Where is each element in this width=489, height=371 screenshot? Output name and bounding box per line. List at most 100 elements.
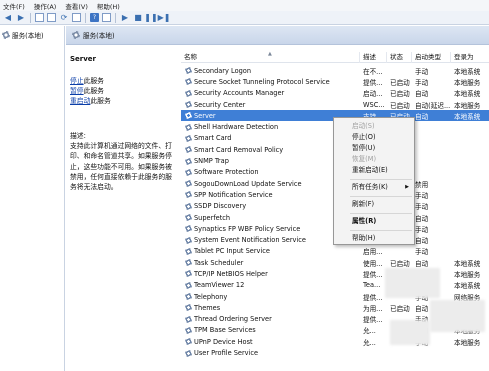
service-status: 已启动 (390, 304, 410, 313)
context-menu: 启动(S) 停止(O) 暂停(U) 恢复(M) 重新启动(E) 所有任务(K) ▶… (333, 117, 415, 245)
ctx-all-tasks[interactable]: 所有任务(K) ▶ (334, 182, 414, 193)
service-description: 提供... (363, 270, 383, 279)
pause-service-link[interactable]: 暂停 (70, 87, 84, 95)
service-log-on-as: 本地系统 (454, 112, 481, 121)
menu-bar: 文件(F) 操作(A) 查看(V) 帮助(H) (0, 0, 489, 11)
service-row[interactable]: TCP/IP NetBIOS Helper提供...已启动自动本地服务 (181, 268, 489, 279)
service-log-on-as: 本地系统 (454, 67, 481, 76)
service-description: 为用... (363, 304, 383, 313)
service-row[interactable]: Security Accounts Manager 启动... 已启动 自动 本地系统 (181, 88, 489, 99)
ctx-all-tasks-label: 所有任务(K) (352, 183, 388, 191)
service-gear-icon (185, 168, 192, 176)
stop-service-link[interactable]: 停止 (70, 77, 84, 85)
ctx-stop[interactable]: 停止(O) (334, 132, 414, 143)
list-view-icon[interactable] (47, 13, 56, 22)
help-icon[interactable]: ? (90, 13, 99, 22)
service-name: SPP Notification Service (194, 190, 273, 199)
service-row[interactable]: UPnP Device Host允...手动本地服务 (181, 336, 489, 347)
play-icon[interactable]: ▶ (120, 13, 130, 23)
service-startup-type: 自动(延迟... (415, 101, 451, 110)
service-name: Secondary Logon (194, 66, 252, 75)
column-status[interactable]: 状态 (387, 52, 412, 63)
service-name-cell: TPM Base Services (181, 326, 360, 334)
stop-icon[interactable]: ■ (133, 13, 143, 23)
link-suffix: 此服务 (83, 77, 104, 85)
service-name-cell: Task Scheduler (181, 259, 360, 267)
service-name-cell: Secure Socket Tunneling Protocol Service (181, 78, 360, 86)
service-startup-type: 自动 (415, 112, 429, 121)
export-icon[interactable] (72, 13, 81, 22)
service-log-on-as: 本地服务 (454, 78, 481, 87)
service-gear-icon (185, 157, 192, 165)
restart-service-link[interactable]: 重启动 (70, 97, 90, 105)
menu-action[interactable]: 操作(A) (34, 1, 57, 11)
service-name: Tablet PC Input Service (194, 247, 270, 256)
column-startup-type[interactable]: 启动类型 (412, 52, 451, 63)
action-links: 停止此服务 暂停此服务 重启动此服务 (70, 76, 111, 106)
back-arrow-icon[interactable]: ◀ (3, 13, 13, 23)
service-name-cell: Themes (181, 304, 360, 312)
service-name-cell: UPnP Device Host (181, 338, 360, 346)
menu-file[interactable]: 文件(F) (3, 1, 25, 11)
service-row[interactable]: Secure Socket Tunneling Protocol Service… (181, 76, 489, 87)
column-description[interactable]: 描述 (360, 52, 387, 63)
properties-icon[interactable] (102, 13, 111, 22)
link-suffix: 此服务 (83, 87, 104, 95)
menu-view[interactable]: 查看(V) (65, 1, 88, 11)
toolbar-divider (30, 12, 31, 23)
service-gear-icon (185, 304, 192, 312)
service-gear-icon (185, 225, 192, 233)
service-startup-type: 自动 (415, 237, 429, 246)
service-log-on-as: 本地服务 (454, 270, 481, 279)
services-gear-icon (2, 31, 10, 39)
refresh-icon[interactable]: ⟳ (59, 13, 69, 23)
ctx-resume[interactable]: 恢复(M) (334, 154, 414, 165)
service-name: Thread Ordering Server (194, 315, 272, 324)
service-name-cell: Secondary Logon (181, 67, 360, 75)
service-log-on-as: 本地服务 (454, 101, 481, 110)
restart-icon[interactable]: ▶❚ (158, 13, 171, 23)
ctx-help[interactable]: 帮助(H) (334, 233, 414, 244)
service-row[interactable]: Secondary Logon 在不... 手动 本地系统 (181, 65, 489, 76)
service-log-on-as: 本地系统 (454, 282, 481, 291)
service-gear-icon (185, 78, 192, 86)
tree-item-services-local[interactable]: 服务(本地) (2, 30, 44, 40)
ctx-pause[interactable]: 暂停(U) (334, 143, 414, 154)
ctx-properties[interactable]: 属性(R) (334, 216, 414, 227)
ctx-restart[interactable]: 重新启动(E) (334, 165, 414, 176)
service-description: 提供... (363, 293, 383, 302)
pause-icon[interactable]: ❚❚ (144, 13, 157, 23)
ctx-refresh[interactable]: 刷新(F) (334, 199, 414, 210)
service-row[interactable]: Tablet PC Input Service 启用... 手动 (181, 246, 489, 257)
service-name: Superfetch (194, 213, 231, 222)
service-row[interactable]: TeamViewer 12Tea...禁用本地系统 (181, 280, 489, 291)
link-suffix: 此服务 (90, 97, 111, 105)
service-name: TeamViewer 12 (194, 281, 245, 290)
service-description: 启用... (363, 248, 383, 257)
service-row[interactable]: Security Center WSC... 已启动 自动(延迟... 本地服务 (181, 99, 489, 110)
service-row[interactable]: User Profile Service (181, 347, 489, 358)
service-log-on-as: 本地服务 (454, 338, 481, 347)
service-description: 使用... (363, 259, 383, 268)
service-gear-icon (185, 236, 192, 244)
service-name-cell: Security Accounts Manager (181, 89, 360, 97)
ctx-separator (350, 230, 412, 231)
service-startup-type: 手动 (415, 203, 429, 212)
ctx-start[interactable]: 启动(S) (334, 121, 414, 132)
console-tree-icon[interactable] (35, 13, 44, 22)
service-name: TCP/IP NetBIOS Helper (194, 269, 268, 278)
service-gear-icon (185, 315, 192, 323)
toolbar: ◀ ▶ ⟳ ? ▶ ■ ❚❚ ▶❚ (0, 11, 489, 25)
service-gear-icon (185, 134, 192, 142)
service-gear-icon (185, 326, 192, 334)
description-pane: Server 停止此服务 暂停此服务 重启动此服务 描述: 支持此计算机通过网络… (66, 46, 181, 371)
console-tree: 服务(本地) (0, 26, 65, 371)
forward-arrow-icon[interactable]: ▶ (16, 13, 26, 23)
toolbar-divider (115, 12, 116, 23)
service-row[interactable]: Task Scheduler 使用... 已启动 自动 本地系统 (181, 257, 489, 268)
menu-help[interactable]: 帮助(H) (97, 1, 120, 11)
service-name: SogouDownLoad Update Service (194, 179, 302, 188)
service-startup-type: 手动 (415, 191, 429, 200)
column-log-on-as[interactable]: 登录为 (451, 52, 489, 63)
service-startup-type: 自动 (415, 214, 429, 223)
